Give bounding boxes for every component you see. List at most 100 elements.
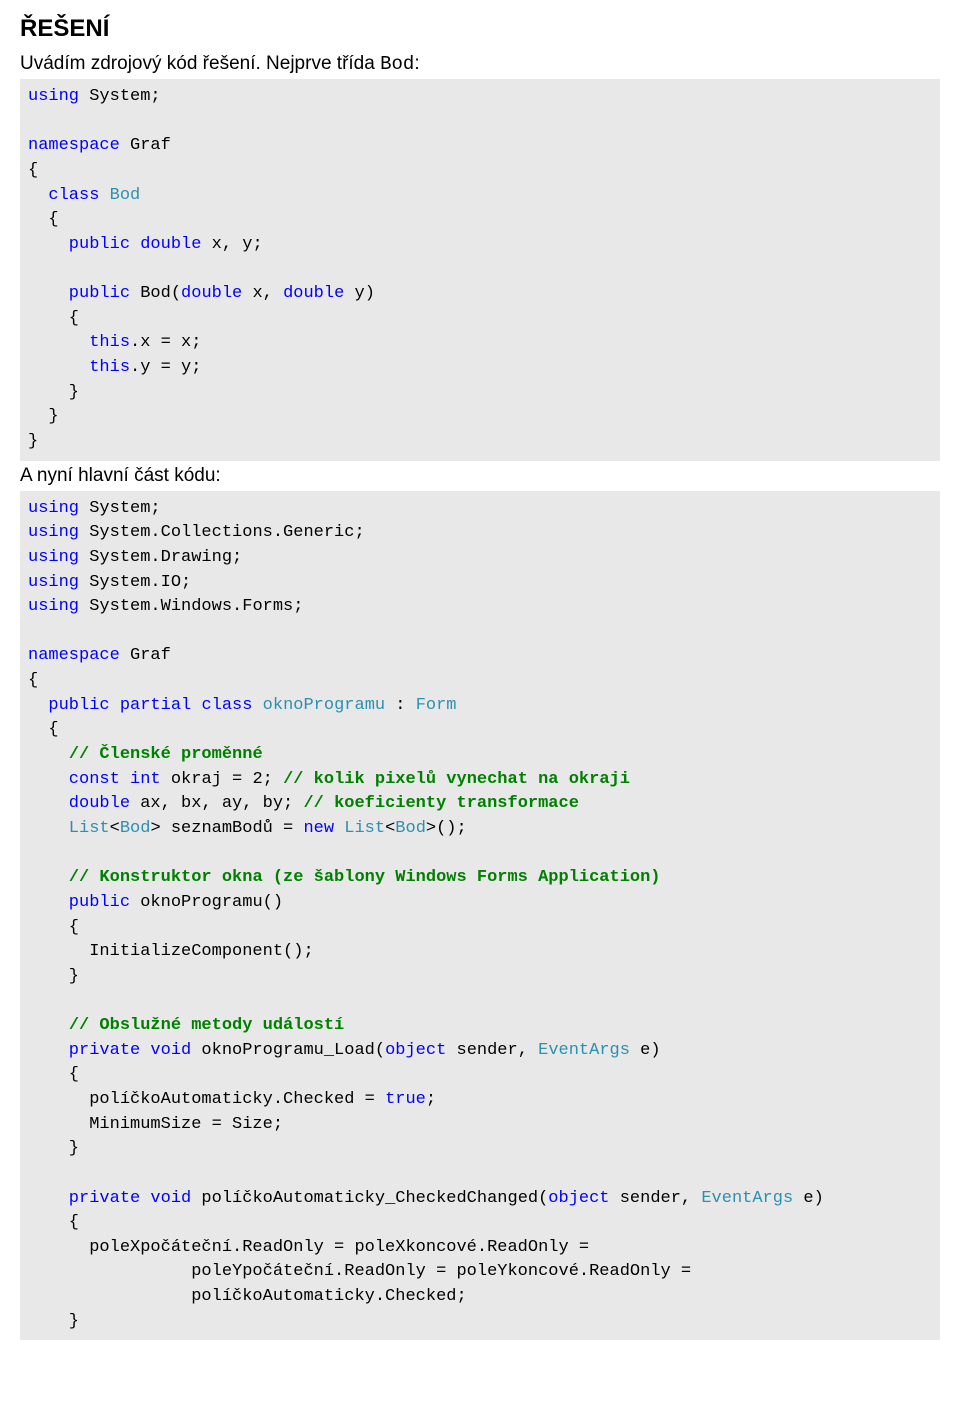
solution-heading: ŘEŠENÍ (20, 15, 940, 43)
code-block-1: using System; namespace Graf { class Bod… (20, 79, 940, 461)
code-text (120, 770, 130, 789)
code-text (28, 1016, 69, 1035)
code-text: { (28, 720, 59, 739)
code-text: sender, (610, 1189, 702, 1208)
code-text (110, 696, 120, 715)
code-text: poleYpočáteční.ReadOnly = poleYkoncové.R… (28, 1262, 691, 1281)
code-text: MinimumSize = Size; (28, 1115, 283, 1134)
code-text: { (28, 309, 79, 328)
code-text: políčkoAutomaticky.Checked = (28, 1090, 385, 1109)
comment: // Členské proměnné (69, 745, 263, 764)
code-text: : (385, 696, 416, 715)
code-text: .x = x; (130, 333, 201, 352)
keyword: void (150, 1189, 191, 1208)
type-name: EventArgs (701, 1189, 793, 1208)
type-name: EventArgs (538, 1041, 630, 1060)
keyword: namespace (28, 136, 120, 155)
keyword: const (28, 770, 120, 789)
code-text: oknoProgramu() (130, 893, 283, 912)
intro-code-classname: Bod (380, 53, 414, 75)
code-text (28, 745, 69, 764)
code-text: e) (793, 1189, 824, 1208)
type-name: Bod (110, 186, 141, 205)
code-text: políčkoAutomaticky_CheckedChanged( (191, 1189, 548, 1208)
intro-paragraph-1: Uvádím zdrojový kód řešení. Nejprve tříd… (20, 53, 940, 75)
keyword: class (201, 696, 252, 715)
code-text: } (28, 383, 79, 402)
keyword: this (28, 333, 130, 352)
code-text: ax, bx, ay, by; (130, 794, 303, 813)
code-text: poleXpočáteční.ReadOnly = poleXkoncové.R… (28, 1238, 589, 1257)
keyword: using (28, 597, 79, 616)
code-text: } (28, 1312, 79, 1331)
type-name: List (344, 819, 385, 838)
code-text: System.IO; (79, 573, 191, 592)
code-text: sender, (446, 1041, 538, 1060)
code-text: } (28, 1139, 79, 1158)
code-text: políčkoAutomaticky.Checked; (28, 1287, 467, 1306)
keyword: public (28, 696, 110, 715)
comment: // kolik pixelů vynechat na okraji (283, 770, 630, 789)
code-text: > seznamBodů = (150, 819, 303, 838)
keyword: private (28, 1189, 140, 1208)
code-text (252, 696, 262, 715)
code-text: System.Collections.Generic; (79, 523, 365, 542)
keyword: public (28, 235, 130, 254)
code-text: { (28, 1065, 79, 1084)
keyword: double (140, 235, 201, 254)
code-text: y) (344, 284, 375, 303)
code-text: } (28, 967, 79, 986)
code-text (99, 186, 109, 205)
keyword: class (28, 186, 99, 205)
type-name: oknoProgramu (263, 696, 385, 715)
section-paragraph-2: A nyní hlavní část kódu: (20, 465, 940, 487)
code-text: System; (79, 87, 161, 106)
keyword: object (385, 1041, 446, 1060)
code-text (28, 868, 69, 887)
keyword: using (28, 573, 79, 592)
intro-suffix: : (414, 53, 419, 74)
code-text: { (28, 210, 59, 229)
code-text: Graf (120, 646, 171, 665)
keyword: private (28, 1041, 140, 1060)
code-text: Bod( (130, 284, 181, 303)
type-name: List (28, 819, 110, 838)
keyword: using (28, 499, 79, 518)
code-text: ; (426, 1090, 436, 1109)
keyword: namespace (28, 646, 120, 665)
keyword: int (130, 770, 161, 789)
code-text: okraj = 2; (161, 770, 283, 789)
code-text: } (28, 432, 38, 451)
keyword: using (28, 548, 79, 567)
code-text: .y = y; (130, 358, 201, 377)
code-text: x, y; (201, 235, 262, 254)
code-text: Graf (120, 136, 171, 155)
keyword: double (283, 284, 344, 303)
type-name: Bod (120, 819, 151, 838)
keyword: double (28, 794, 130, 813)
intro-text: Uvádím zdrojový kód řešení. Nejprve tříd… (20, 53, 380, 74)
keyword: double (181, 284, 242, 303)
code-text (140, 1041, 150, 1060)
code-text: } (28, 407, 59, 426)
keyword: this (28, 358, 130, 377)
keyword: public (28, 893, 130, 912)
keyword: true (385, 1090, 426, 1109)
keyword: using (28, 523, 79, 542)
code-text (334, 819, 344, 838)
code-text: { (28, 161, 38, 180)
code-text: < (385, 819, 395, 838)
code-text: { (28, 671, 38, 690)
keyword: object (548, 1189, 609, 1208)
keyword: new (303, 819, 334, 838)
code-text: >(); (426, 819, 467, 838)
code-text: System.Drawing; (79, 548, 242, 567)
code-block-2: using System; using System.Collections.G… (20, 491, 940, 1341)
keyword: public (28, 284, 130, 303)
type-name: Bod (395, 819, 426, 838)
comment: // Konstruktor okna (ze šablony Windows … (69, 868, 661, 887)
code-text: System; (79, 499, 161, 518)
comment: // koeficienty transformace (303, 794, 578, 813)
code-text (130, 235, 140, 254)
code-text: x, (242, 284, 283, 303)
